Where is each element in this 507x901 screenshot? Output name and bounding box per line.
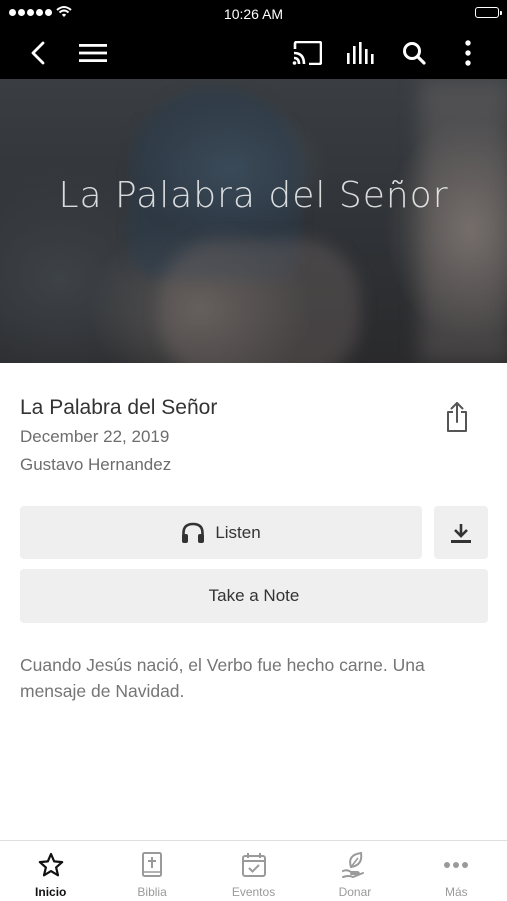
- tab-label: Eventos: [231, 885, 276, 899]
- hero-title: La Palabra del Señor: [58, 175, 449, 216]
- more-horizontal-icon: [442, 851, 470, 879]
- hamburger-menu-icon: [79, 43, 107, 62]
- bottom-tab-bar: Inicio Biblia Eventos Donar Más: [0, 840, 507, 901]
- tab-eventos[interactable]: Eventos: [203, 841, 304, 901]
- audio-button[interactable]: [339, 26, 383, 79]
- tab-inicio[interactable]: Inicio: [0, 841, 101, 901]
- calendar-check-icon: [240, 851, 268, 879]
- tab-label: Inicio: [35, 885, 67, 899]
- leaf-hand-icon: [341, 851, 369, 879]
- search-icon: [403, 41, 426, 65]
- tab-donar[interactable]: Donar: [304, 841, 405, 901]
- listen-button[interactable]: Listen: [20, 506, 422, 559]
- tab-label: Más: [444, 885, 468, 899]
- tab-mas[interactable]: Más: [406, 841, 507, 901]
- tab-biblia[interactable]: Biblia: [101, 841, 202, 901]
- sermon-date: December 22, 2019: [20, 427, 170, 446]
- bible-icon: [138, 851, 166, 879]
- take-note-button[interactable]: Take a Note: [20, 569, 488, 623]
- star-icon: [37, 851, 65, 879]
- listen-label: Listen: [215, 522, 261, 542]
- search-button[interactable]: [392, 26, 436, 79]
- sermon-title: La Palabra del Señor: [20, 396, 218, 419]
- status-bar: 10:26 AM: [0, 0, 507, 26]
- audio-bars-icon: [347, 41, 374, 64]
- tab-label: Donar: [338, 885, 372, 899]
- headphones-icon: [182, 522, 205, 543]
- top-nav-bar: [0, 26, 507, 79]
- sermon-hero-image: La Palabra del Señor: [0, 79, 507, 363]
- tab-label: Biblia: [137, 885, 167, 899]
- sermon-speaker: Gustavo Hernandez: [20, 455, 172, 474]
- download-icon: [451, 523, 471, 543]
- menu-button[interactable]: [71, 26, 115, 79]
- sermon-description: Cuando Jesús nació, el Verbo fue hecho c…: [20, 655, 425, 701]
- battery-icon: [475, 7, 502, 18]
- cast-button[interactable]: [285, 26, 329, 79]
- back-button[interactable]: [16, 26, 60, 79]
- status-time: 10:26 AM: [223, 6, 284, 22]
- download-button[interactable]: [434, 506, 488, 559]
- share-button[interactable]: [438, 398, 476, 436]
- share-icon: [447, 402, 467, 432]
- cast-icon: [292, 40, 322, 65]
- take-note-label: Take a Note: [208, 586, 300, 605]
- chevron-left-icon: [31, 41, 45, 64]
- more-vertical-icon: [465, 39, 471, 66]
- more-options-button[interactable]: [446, 26, 490, 79]
